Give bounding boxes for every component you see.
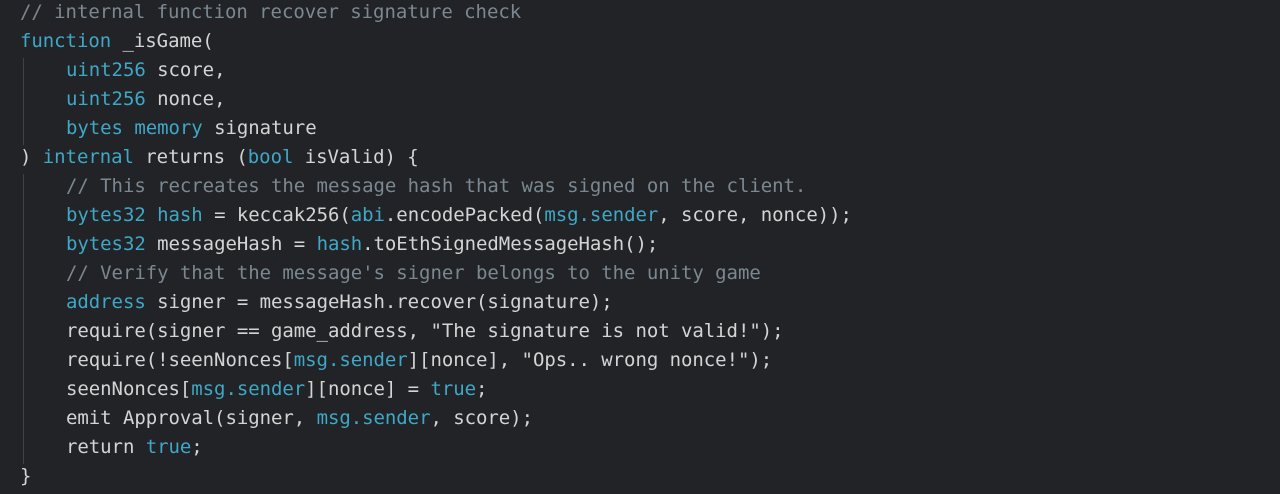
code-token: bytes bbox=[66, 117, 123, 139]
code-editor[interactable]: // internal function recover signature c… bbox=[0, 0, 1280, 494]
code-line[interactable]: uint256 score, bbox=[20, 56, 226, 85]
code-token: score, bbox=[145, 59, 226, 81]
code-token: memory bbox=[134, 117, 203, 139]
code-token: hash bbox=[157, 204, 203, 226]
code-token: _isGame( bbox=[111, 30, 214, 52]
code-line[interactable]: return true; bbox=[20, 433, 203, 462]
code-token: ][nonce], "Ops.. wrong nonce!"); bbox=[407, 349, 773, 371]
code-token: signer = messageHash.recover(signature); bbox=[145, 291, 613, 313]
code-token: messageHash = bbox=[145, 233, 317, 255]
code-token: internal bbox=[42, 146, 134, 168]
code-line[interactable]: seenNonces[msg.sender][nonce] = true; bbox=[20, 375, 487, 404]
code-token: msg.sender bbox=[544, 204, 659, 226]
code-line[interactable]: address signer = messageHash.recover(sig… bbox=[20, 288, 613, 317]
code-token: msg.sender bbox=[316, 407, 431, 429]
code-line[interactable]: ) internal returns (bool isValid) { bbox=[20, 143, 419, 172]
code-line[interactable]: bytes memory signature bbox=[20, 114, 317, 143]
code-token: , score); bbox=[430, 407, 533, 429]
code-token: require(signer == game_address, "The sig… bbox=[66, 320, 784, 342]
code-line[interactable]: require(signer == game_address, "The sig… bbox=[20, 317, 784, 346]
code-token: .toEthSignedMessageHash(); bbox=[362, 233, 659, 255]
code-line[interactable]: uint256 nonce, bbox=[20, 85, 226, 114]
code-token: uint256 bbox=[66, 88, 146, 110]
code-token: ; bbox=[476, 378, 488, 400]
code-token: } bbox=[20, 465, 32, 487]
code-token: signature bbox=[202, 117, 317, 139]
code-line[interactable]: require(!seenNonces[msg.sender][nonce], … bbox=[20, 346, 772, 375]
code-line[interactable]: // Verify that the message's signer belo… bbox=[20, 259, 761, 288]
code-token: return bbox=[66, 436, 146, 458]
code-line[interactable]: function _isGame( bbox=[20, 27, 214, 56]
code-token: bool bbox=[247, 146, 294, 168]
code-line[interactable]: } bbox=[20, 462, 31, 491]
code-token: .encodePacked( bbox=[384, 204, 545, 226]
code-token: emit Approval(signer, bbox=[66, 407, 317, 429]
code-token: uint256 bbox=[66, 59, 146, 81]
code-token: bytes32 bbox=[66, 233, 146, 255]
code-token: ][nonce] = bbox=[305, 378, 431, 400]
code-token: msg.sender bbox=[191, 378, 306, 400]
code-token: function bbox=[20, 30, 112, 52]
code-line[interactable]: // internal function recover signature c… bbox=[20, 0, 521, 27]
code-token: address bbox=[66, 291, 146, 313]
code-line[interactable]: bytes32 hash = keccak256(abi.encodePacke… bbox=[20, 201, 852, 230]
code-token: // This recreates the message hash that … bbox=[66, 175, 807, 197]
code-line[interactable]: // This recreates the message hash that … bbox=[20, 172, 806, 201]
code-token: abi bbox=[350, 204, 385, 226]
code-token: = keccak256( bbox=[202, 204, 351, 226]
code-token: seenNonces[ bbox=[66, 378, 192, 400]
code-token: msg.sender bbox=[293, 349, 408, 371]
code-token: returns ( bbox=[133, 146, 248, 168]
code-token: isValid) { bbox=[293, 146, 419, 168]
code-token: hash bbox=[316, 233, 363, 255]
code-token: bytes32 bbox=[66, 204, 146, 226]
code-token: // Verify that the message's signer belo… bbox=[66, 262, 761, 284]
code-token: true bbox=[145, 436, 192, 458]
code-line[interactable]: bytes32 messageHash = hash.toEthSignedMe… bbox=[20, 230, 658, 259]
code-token: ; bbox=[191, 436, 203, 458]
code-token: require(!seenNonces[ bbox=[66, 349, 294, 371]
code-line[interactable]: emit Approval(signer, msg.sender, score)… bbox=[20, 404, 533, 433]
code-token: ) bbox=[20, 146, 43, 168]
code-token: nonce, bbox=[145, 88, 226, 110]
code-token: // internal function recover signature c… bbox=[20, 1, 522, 23]
code-token: true bbox=[430, 378, 477, 400]
code-token: , score, nonce)); bbox=[658, 204, 852, 226]
